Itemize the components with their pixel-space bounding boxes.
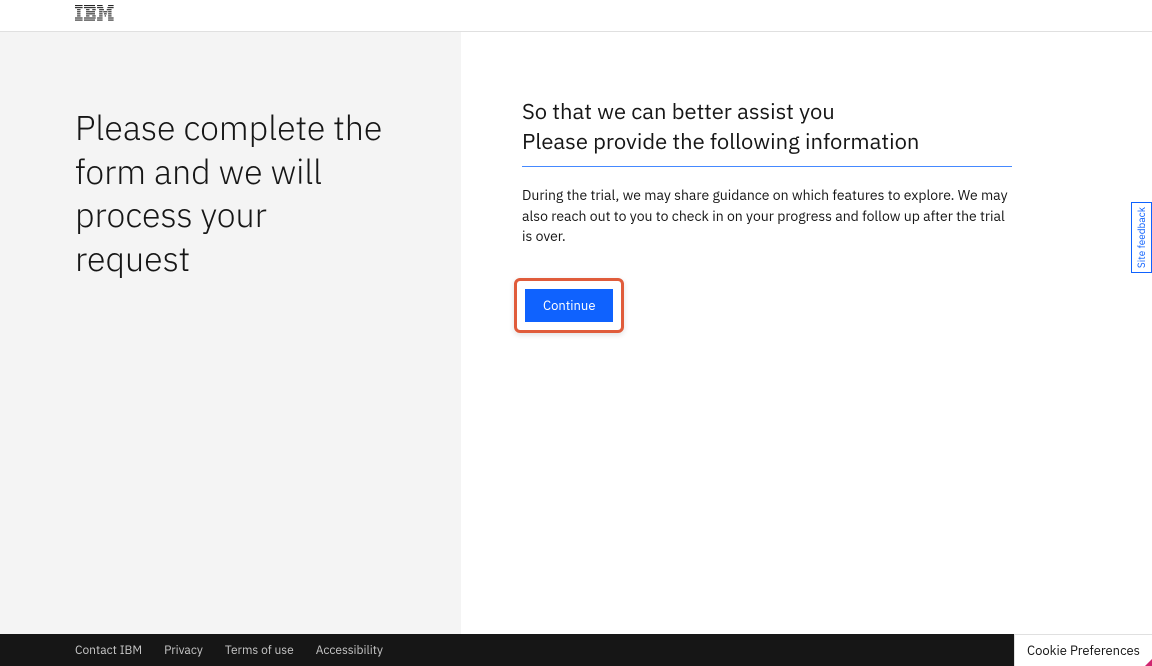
ibm-logo-icon[interactable] <box>75 5 115 26</box>
highlight-box: Continue <box>514 278 624 333</box>
site-feedback-label: Site feedback <box>1135 207 1148 268</box>
cookie-preferences-label: Cookie Preferences <box>1027 642 1140 659</box>
left-panel: Please complete the form and we will pro… <box>0 32 461 634</box>
cookie-corner-icon <box>1145 659 1152 666</box>
right-description: During the trial, we may share guidance … <box>522 185 1012 246</box>
main-content: Please complete the form and we will pro… <box>0 32 1152 634</box>
left-heading: Please complete the form and we will pro… <box>75 107 386 281</box>
cookie-preferences-button[interactable]: Cookie Preferences <box>1014 634 1152 666</box>
right-heading-line2: Please provide the following information <box>522 127 919 156</box>
right-heading: So that we can better assist you Please … <box>522 97 1012 167</box>
footer: Contact IBM Privacy Terms of use Accessi… <box>0 634 1152 666</box>
footer-link-accessibility[interactable]: Accessibility <box>316 643 383 658</box>
right-panel: So that we can better assist you Please … <box>461 32 1152 634</box>
footer-link-contact[interactable]: Contact IBM <box>75 643 142 658</box>
footer-link-terms[interactable]: Terms of use <box>225 643 294 658</box>
header <box>0 0 1152 32</box>
continue-button[interactable]: Continue <box>525 289 613 322</box>
right-heading-line1: So that we can better assist you <box>522 97 835 126</box>
footer-link-privacy[interactable]: Privacy <box>164 643 203 658</box>
site-feedback-tab[interactable]: Site feedback <box>1131 202 1152 273</box>
